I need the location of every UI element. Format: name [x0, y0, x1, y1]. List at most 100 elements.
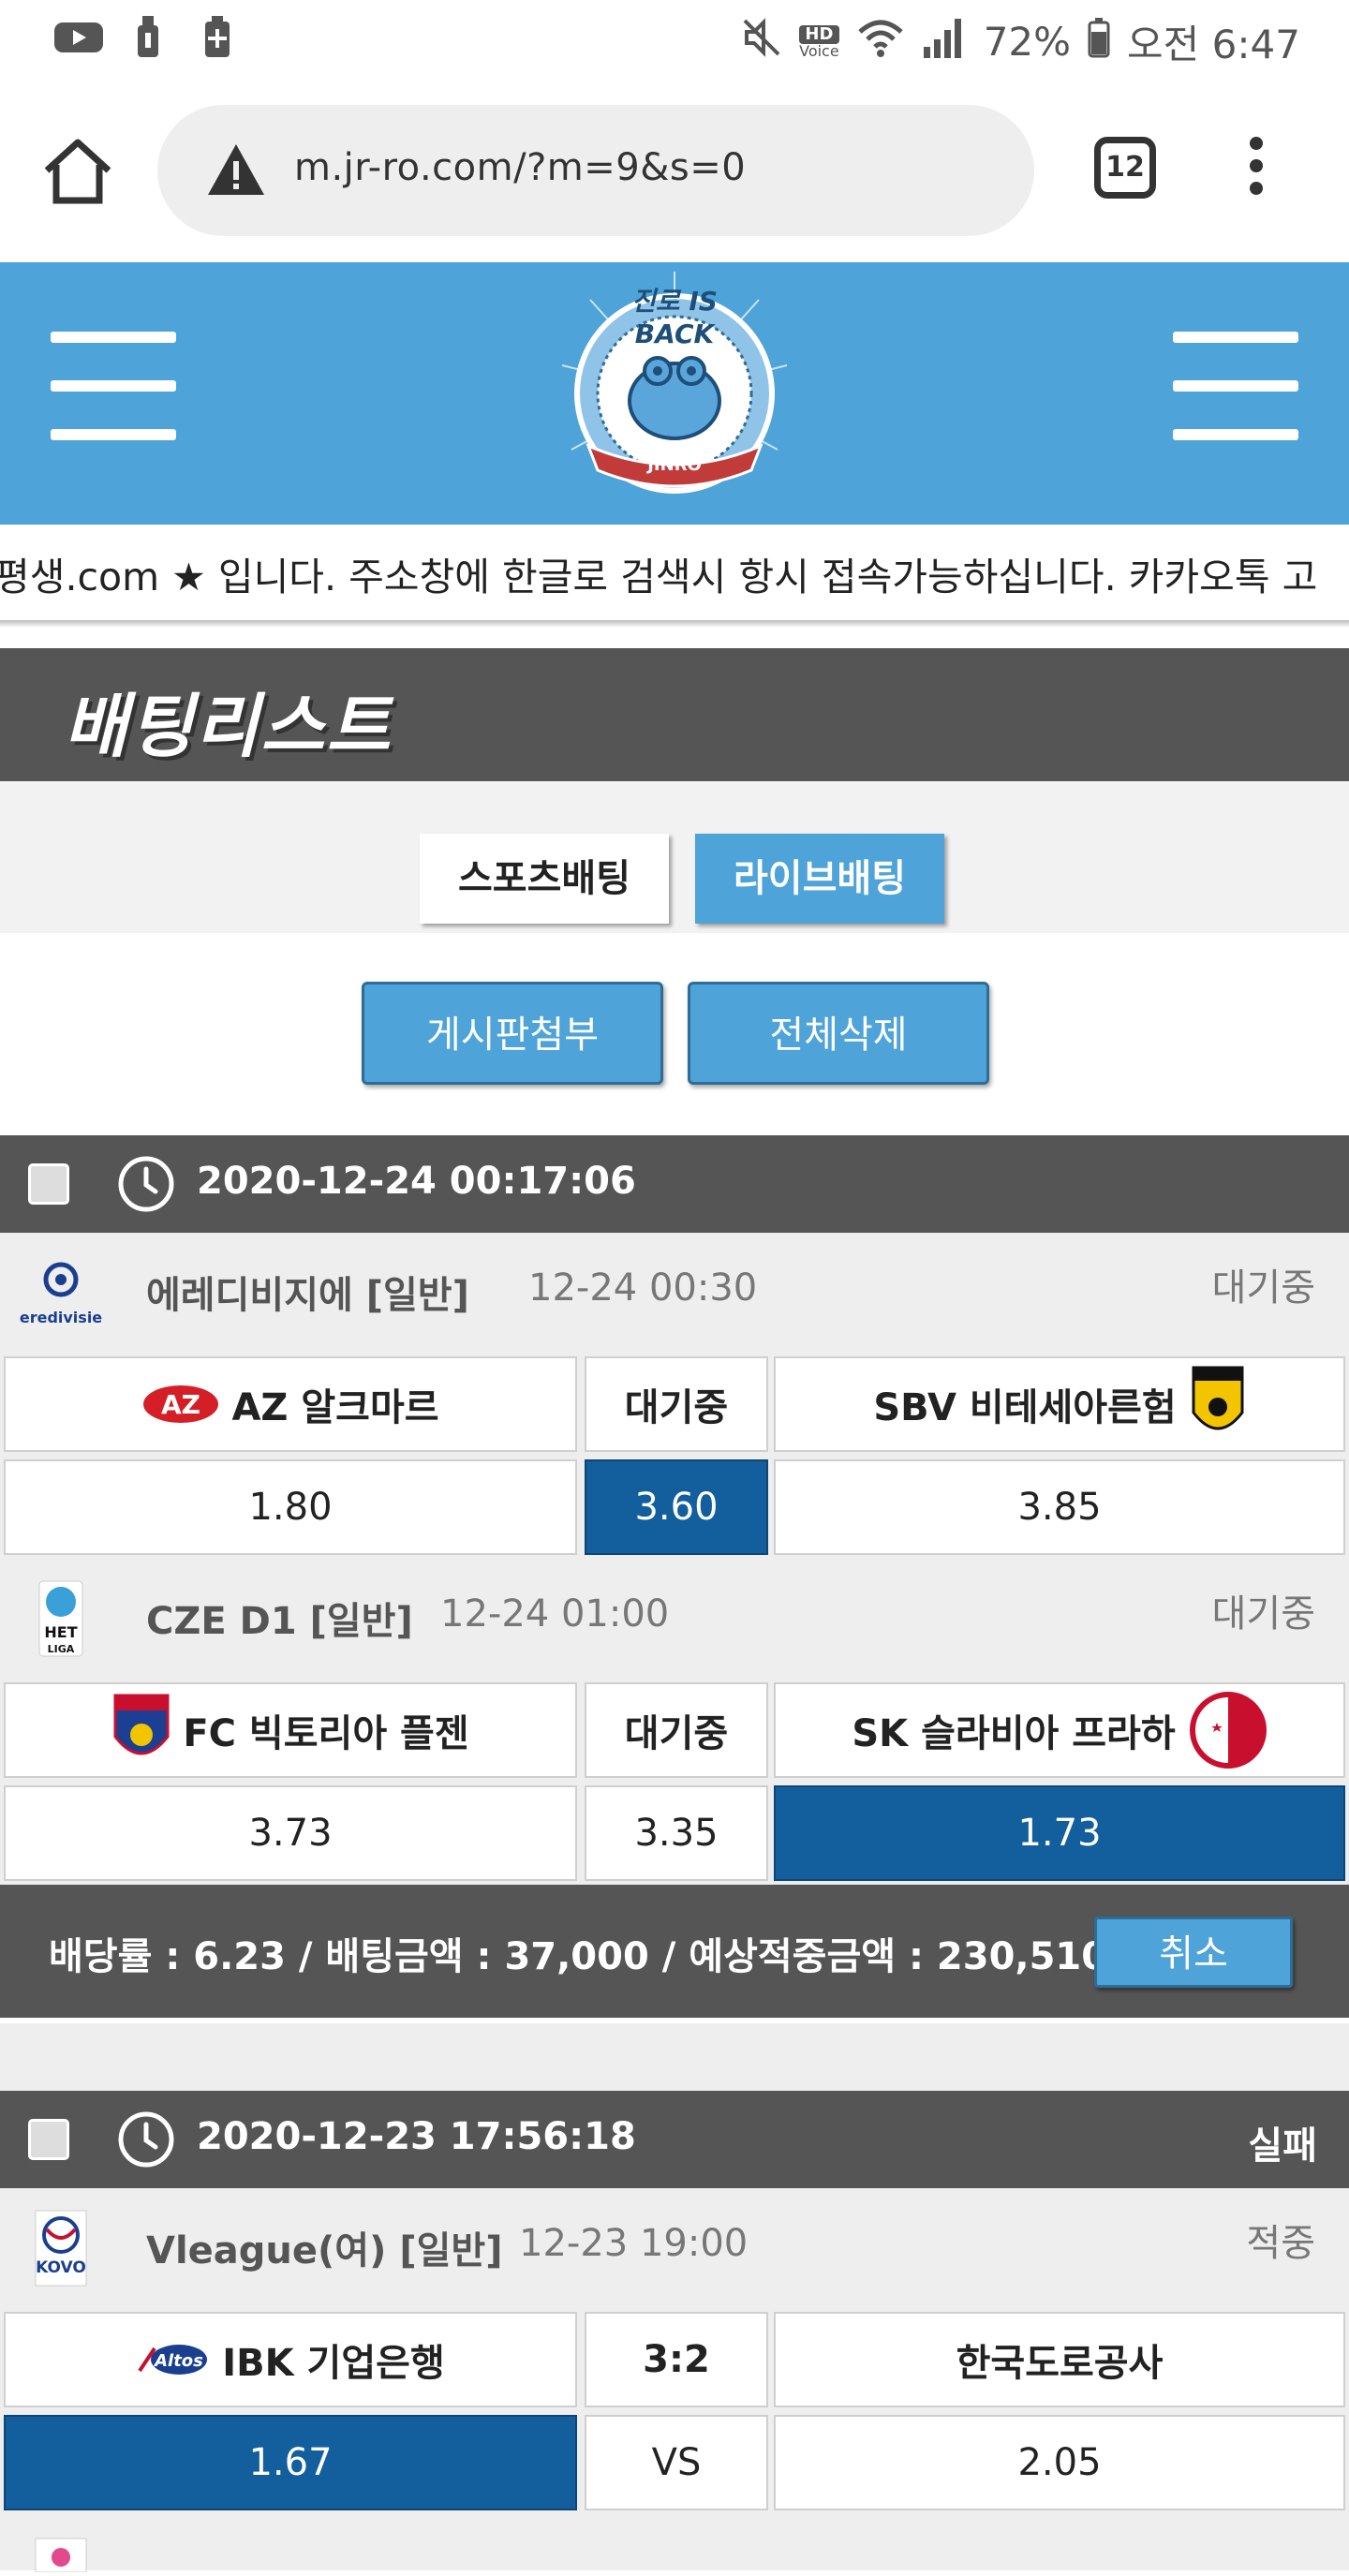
home-team: AZ AZ 알크마르	[4, 1356, 577, 1452]
cancel-button[interactable]: 취소	[1094, 1917, 1293, 1988]
tab-sports-betting[interactable]: 스포츠배팅	[420, 834, 669, 924]
teams-row: Altos IBK 기업은행 3:2 한국도로공사	[0, 2308, 1349, 2411]
az-alkmaar-logo-icon: AZ	[141, 1376, 220, 1432]
svg-text:HET: HET	[44, 1623, 77, 1641]
away-team-name: SBV 비테세아른험	[873, 1386, 1177, 1429]
odds-home[interactable]: 1.80	[4, 1459, 577, 1555]
away-team-name: 한국도로공사	[956, 2342, 1164, 2385]
battery-level: 72%	[983, 19, 1072, 65]
hd-voice-icon: HD Voice	[799, 23, 839, 60]
clock-time: 오전 6:47	[1127, 22, 1300, 67]
league-name: 에레디비지에 [일반]	[146, 1274, 469, 1317]
notice-marquee: 평생.com ★ 입니다. 주소창에 한글로 검색시 항시 접속가능하십니다. …	[0, 525, 1349, 628]
svg-text:Altos: Altos	[153, 2351, 203, 2371]
odds-row: 1.80 3.60 3.85	[0, 1456, 1349, 1559]
summary-text: 배당률 : 6.23 / 배팅금액 : 37,000 / 예상적중금액 : 23…	[49, 1935, 1108, 1978]
status-bar: HD Voice 72% 오전 6:47	[0, 0, 1349, 79]
svg-text:eredivisie: eredivisie	[20, 1309, 102, 1326]
match-status: 대기중	[585, 1356, 768, 1452]
logo-top-text: 진로 IS BACK	[631, 286, 718, 349]
warning-icon[interactable]	[206, 141, 266, 200]
odds-home[interactable]: 3.73	[4, 1785, 577, 1881]
page-title-bar: 배팅리스트	[0, 648, 1349, 781]
jinro-logo[interactable]: 진로 IS BACK JINRO	[534, 262, 815, 525]
slavia-praha-logo-icon	[1189, 1691, 1267, 1769]
svg-text:LIGA: LIGA	[48, 1643, 75, 1655]
battery-plus-icon	[193, 16, 242, 57]
kickoff-time: 12-23 19:00	[519, 2222, 749, 2265]
league-logo-icon	[19, 2535, 103, 2573]
clock-icon	[116, 2110, 176, 2169]
right-menu-icon[interactable]	[1173, 332, 1298, 444]
home-icon[interactable]	[39, 133, 116, 210]
game-status: 대기중	[1211, 1592, 1315, 1636]
slip-datetime: 2020-12-23 17:56:18	[197, 2115, 636, 2158]
kickoff-time: 12-24 01:00	[440, 1592, 670, 1636]
away-team: SK 슬라비아 프라하	[774, 1682, 1345, 1778]
slip-checkbox[interactable]	[28, 2119, 69, 2160]
odds-row: 1.67 VS 2.05	[0, 2411, 1349, 2514]
bet-slip: 2020-12-24 00:17:06 eredivisie 에레디비지에 [일…	[0, 1135, 1349, 2018]
logo-ribbon-text: JINRO	[647, 455, 702, 475]
away-team: SBV 비테세아른험	[774, 1356, 1345, 1452]
kovo-logo-icon: KOVO	[19, 2209, 103, 2287]
overflow-menu-icon[interactable]	[1237, 131, 1276, 210]
odds-draw[interactable]: 3.60	[585, 1459, 768, 1555]
eredivisie-logo-icon: eredivisie	[19, 1253, 103, 1332]
browser-toolbar: m.jr-ro.com/?m=9&s=0 12	[0, 79, 1349, 262]
slip-checkbox[interactable]	[28, 1163, 69, 1205]
league-row	[0, 2514, 1349, 2573]
youtube-icon	[54, 19, 103, 56]
marquee-text: 평생.com ★ 입니다. 주소창에 한글로 검색시 항시 접속가능하십니다. …	[0, 555, 1318, 600]
slip-result: 실패	[1248, 2124, 1317, 2168]
action-bar: 게시판첨부 전체삭제	[0, 933, 1349, 1135]
odds-draw[interactable]: 3.35	[585, 1785, 768, 1881]
tab-live-betting[interactable]: 라이브배팅	[695, 834, 944, 924]
usb-icon	[124, 16, 172, 57]
het-liga-logo-icon: HET LIGA	[19, 1579, 103, 1658]
home-team: FC 빅토리아 플젠	[4, 1682, 577, 1778]
tab-switcher-button[interactable]: 12	[1094, 137, 1156, 199]
slip-summary: 배당률 : 6.23 / 배팅금액 : 37,000 / 예상적중금액 : 23…	[0, 1885, 1349, 2018]
league-row: KOVO Vleague(여) [일반] 12-23 19:00 적중	[0, 2188, 1349, 2308]
league-name: Vleague(여) [일반]	[146, 2229, 503, 2273]
away-team: 한국도로공사	[774, 2312, 1345, 2407]
left-menu-icon[interactable]	[51, 332, 176, 444]
teams-row: AZ AZ 알크마르 대기중 SBV 비테세아른험	[0, 1353, 1349, 1456]
attach-to-board-button[interactable]: 게시판첨부	[362, 982, 663, 1085]
teams-row: FC 빅토리아 플젠 대기중 SK 슬라비아 프라하	[0, 1679, 1349, 1782]
odds-away[interactable]: 2.05	[774, 2415, 1345, 2510]
wifi-icon	[856, 17, 905, 67]
vitesse-logo-icon	[1190, 1362, 1246, 1446]
home-team-name: IBK 기업은행	[222, 2342, 445, 2385]
home-team-name: FC 빅토리아 플젠	[183, 1712, 469, 1755]
delete-all-button[interactable]: 전체삭제	[688, 982, 989, 1085]
home-team-name: AZ 알크마르	[231, 1386, 439, 1429]
ibk-altos-logo-icon: Altos	[136, 2339, 211, 2380]
game-status: 대기중	[1211, 1266, 1315, 1310]
divider	[0, 620, 1349, 628]
game-status: 적중	[1246, 2222, 1315, 2265]
odds-vs[interactable]: VS	[585, 2415, 768, 2510]
league-row: eredivisie 에레디비지에 [일반] 12-24 00:30 대기중	[0, 1233, 1349, 1353]
slip-header: 2020-12-24 00:17:06	[0, 1135, 1349, 1233]
home-team: Altos IBK 기업은행	[4, 2312, 577, 2407]
odds-away[interactable]: 3.85	[774, 1459, 1345, 1555]
odds-away[interactable]: 1.73	[774, 1785, 1345, 1881]
signal-icon	[922, 17, 967, 67]
svg-text:KOVO: KOVO	[36, 2258, 86, 2277]
odds-row: 3.73 3.35 1.73	[0, 1782, 1349, 1885]
league-row: HET LIGA CZE D1 [일반] 12-24 01:00 대기중	[0, 1559, 1349, 1679]
bet-slip: 2020-12-23 17:56:18 실패 KOVO Vleague(여) […	[0, 2091, 1349, 2573]
page-title: 배팅리스트	[64, 687, 393, 767]
mute-icon	[741, 17, 782, 67]
battery-icon	[1088, 17, 1110, 67]
address-bar[interactable]: m.jr-ro.com/?m=9&s=0	[157, 105, 1034, 236]
league-name: CZE D1 [일반]	[146, 1600, 413, 1643]
svg-text:AZ: AZ	[161, 1389, 200, 1420]
odds-home[interactable]: 1.67	[4, 2415, 577, 2510]
slip-gap	[0, 2023, 1349, 2091]
url-text[interactable]: m.jr-ro.com/?m=9&s=0	[294, 146, 746, 189]
slip-datetime: 2020-12-24 00:17:06	[197, 1160, 636, 1203]
kickoff-time: 12-24 00:30	[528, 1266, 758, 1310]
